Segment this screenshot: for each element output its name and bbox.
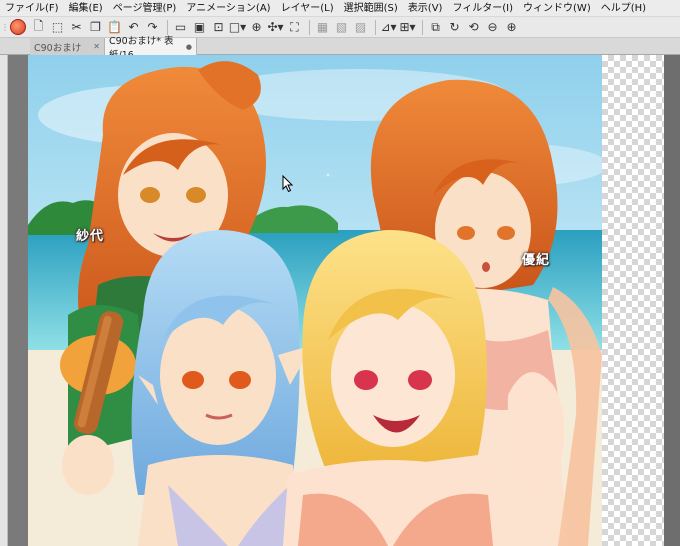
ruler-icon[interactable]: ▧	[333, 19, 350, 36]
navigator-icon[interactable]: ⧉	[427, 19, 444, 36]
rotate-icon[interactable]: ↻	[446, 19, 463, 36]
zoom-out-icon[interactable]: ⊖	[484, 19, 501, 36]
zoom-in-icon[interactable]: ⊕	[503, 19, 520, 36]
character-blue-hair	[131, 230, 313, 546]
tab-c90-cover[interactable]: C90おまけ* 表紙/16 ●	[105, 36, 197, 61]
copy-icon[interactable]: ❐	[87, 19, 104, 36]
new-page-icon[interactable]: 🗋	[30, 19, 47, 36]
menu-layer[interactable]: レイヤー(L)	[276, 0, 339, 17]
menu-filter[interactable]: フィルター(I)	[447, 0, 518, 17]
toolbar: ⋮ 🗋 ⬚ ✂ ❐ 📋 ↶ ↷ ▭ ▣ ⊡ □▾ ⊕ ✣▾ ⛶ ▦ ▧ ▨ ⊿▾…	[0, 17, 680, 38]
menu-view[interactable]: 表示(V)	[403, 0, 448, 17]
perspective-icon[interactable]: ▨	[352, 19, 369, 36]
tab-c90-omake[interactable]: C90おまけ ✕	[30, 38, 105, 55]
app-logo-icon[interactable]	[10, 19, 26, 35]
menu-file[interactable]: ファイル(F)	[0, 0, 64, 17]
menu-window[interactable]: ウィンドウ(W)	[518, 0, 596, 17]
menu-edit[interactable]: 編集(E)	[64, 0, 108, 17]
crop-icon[interactable]: ⛶	[286, 19, 303, 36]
menu-bar: ファイル(F) 編集(E) ページ管理(P) アニメーション(A) レイヤー(L…	[0, 0, 680, 17]
menu-page[interactable]: ページ管理(P)	[108, 0, 182, 17]
toolbar-divider	[422, 19, 423, 35]
modified-dot-icon[interactable]: ●	[186, 43, 192, 51]
close-icon[interactable]: ✕	[93, 42, 100, 51]
character-label-sayo: 紗代	[76, 229, 105, 244]
document-tab-bar: C90おまけ ✕ C90おまけ* 表紙/16 ●	[0, 36, 680, 61]
grip-icon: ⋮	[1, 22, 9, 32]
selection-icon[interactable]: ⬚	[49, 19, 66, 36]
left-panel-strip	[0, 38, 8, 546]
target-icon[interactable]: ⊕	[248, 19, 265, 36]
menu-selection[interactable]: 選択範囲(S)	[339, 0, 403, 17]
toolbar-divider	[375, 19, 376, 35]
illustration-canvas[interactable]: 紗代 優紀	[28, 55, 602, 546]
snap-ruler-icon[interactable]: ⊿▾	[380, 19, 397, 36]
canvas-workspace[interactable]: 紗代 優紀	[8, 55, 680, 546]
workspace-edge	[664, 55, 680, 546]
illustration	[28, 55, 602, 546]
cut-icon[interactable]: ✂	[68, 19, 85, 36]
transform-icon[interactable]: ✣▾	[267, 19, 284, 36]
menu-animation[interactable]: アニメーション(A)	[181, 0, 275, 17]
menu-help[interactable]: ヘルプ(H)	[596, 0, 651, 17]
transparent-area	[602, 55, 664, 546]
character-label-yuki: 優紀	[522, 253, 551, 268]
tab-label: C90おまけ	[34, 42, 82, 54]
mouse-cursor-icon	[282, 175, 294, 193]
reset-rotate-icon[interactable]: ⟲	[465, 19, 482, 36]
fill-icon[interactable]: ▣	[191, 19, 208, 36]
toolbar-divider	[309, 19, 310, 35]
shape-select-icon[interactable]: □▾	[229, 19, 246, 36]
snap-guide-icon[interactable]: ⊞▾	[399, 19, 416, 36]
frame-icon[interactable]: ⊡	[210, 19, 227, 36]
grid-icon[interactable]: ▦	[314, 19, 331, 36]
